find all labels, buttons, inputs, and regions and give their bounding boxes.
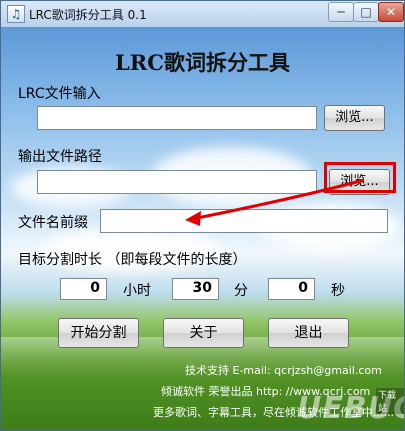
minutes-field[interactable]: 30 xyxy=(172,278,219,300)
exit-button[interactable]: 退出 xyxy=(268,318,349,348)
seconds-field[interactable]: 0 xyxy=(268,278,315,300)
about-button[interactable]: 关于 xyxy=(163,318,244,348)
support-email-text: 技术支持 E-mail: qcrjzsh@gmail.com xyxy=(185,364,382,377)
music-note-icon: ♫ xyxy=(7,5,25,23)
minimize-button[interactable]: ─ xyxy=(328,2,354,22)
maximize-button[interactable]: □ xyxy=(353,2,379,22)
title-bar[interactable]: ♫ LRC歌词拆分工具 0.1 ─ □ ✕ xyxy=(1,1,404,28)
minutes-unit-label: 分 xyxy=(234,283,248,299)
seconds-unit-label: 秒 xyxy=(331,283,345,299)
hours-field[interactable]: 0 xyxy=(60,278,107,300)
arrow-line xyxy=(196,178,365,220)
arrow-head xyxy=(185,211,201,226)
duration-label: 目标分割时长 （即每段文件的长度） xyxy=(18,252,247,268)
start-split-button[interactable]: 开始分割 xyxy=(58,318,139,348)
app-window: ♫ LRC歌词拆分工具 0.1 ─ □ ✕ LRC歌词拆分工具 LRC文件输入 … xyxy=(0,0,405,431)
close-button[interactable]: ✕ xyxy=(378,2,404,22)
client-area: LRC歌词拆分工具 LRC文件输入 浏览... 输出文件路径 浏览... 文件名… xyxy=(1,27,404,430)
watermark-tag: 下载站 xyxy=(376,388,404,414)
hours-unit-label: 小时 xyxy=(123,283,151,299)
window-title: LRC歌词拆分工具 0.1 xyxy=(29,8,147,22)
